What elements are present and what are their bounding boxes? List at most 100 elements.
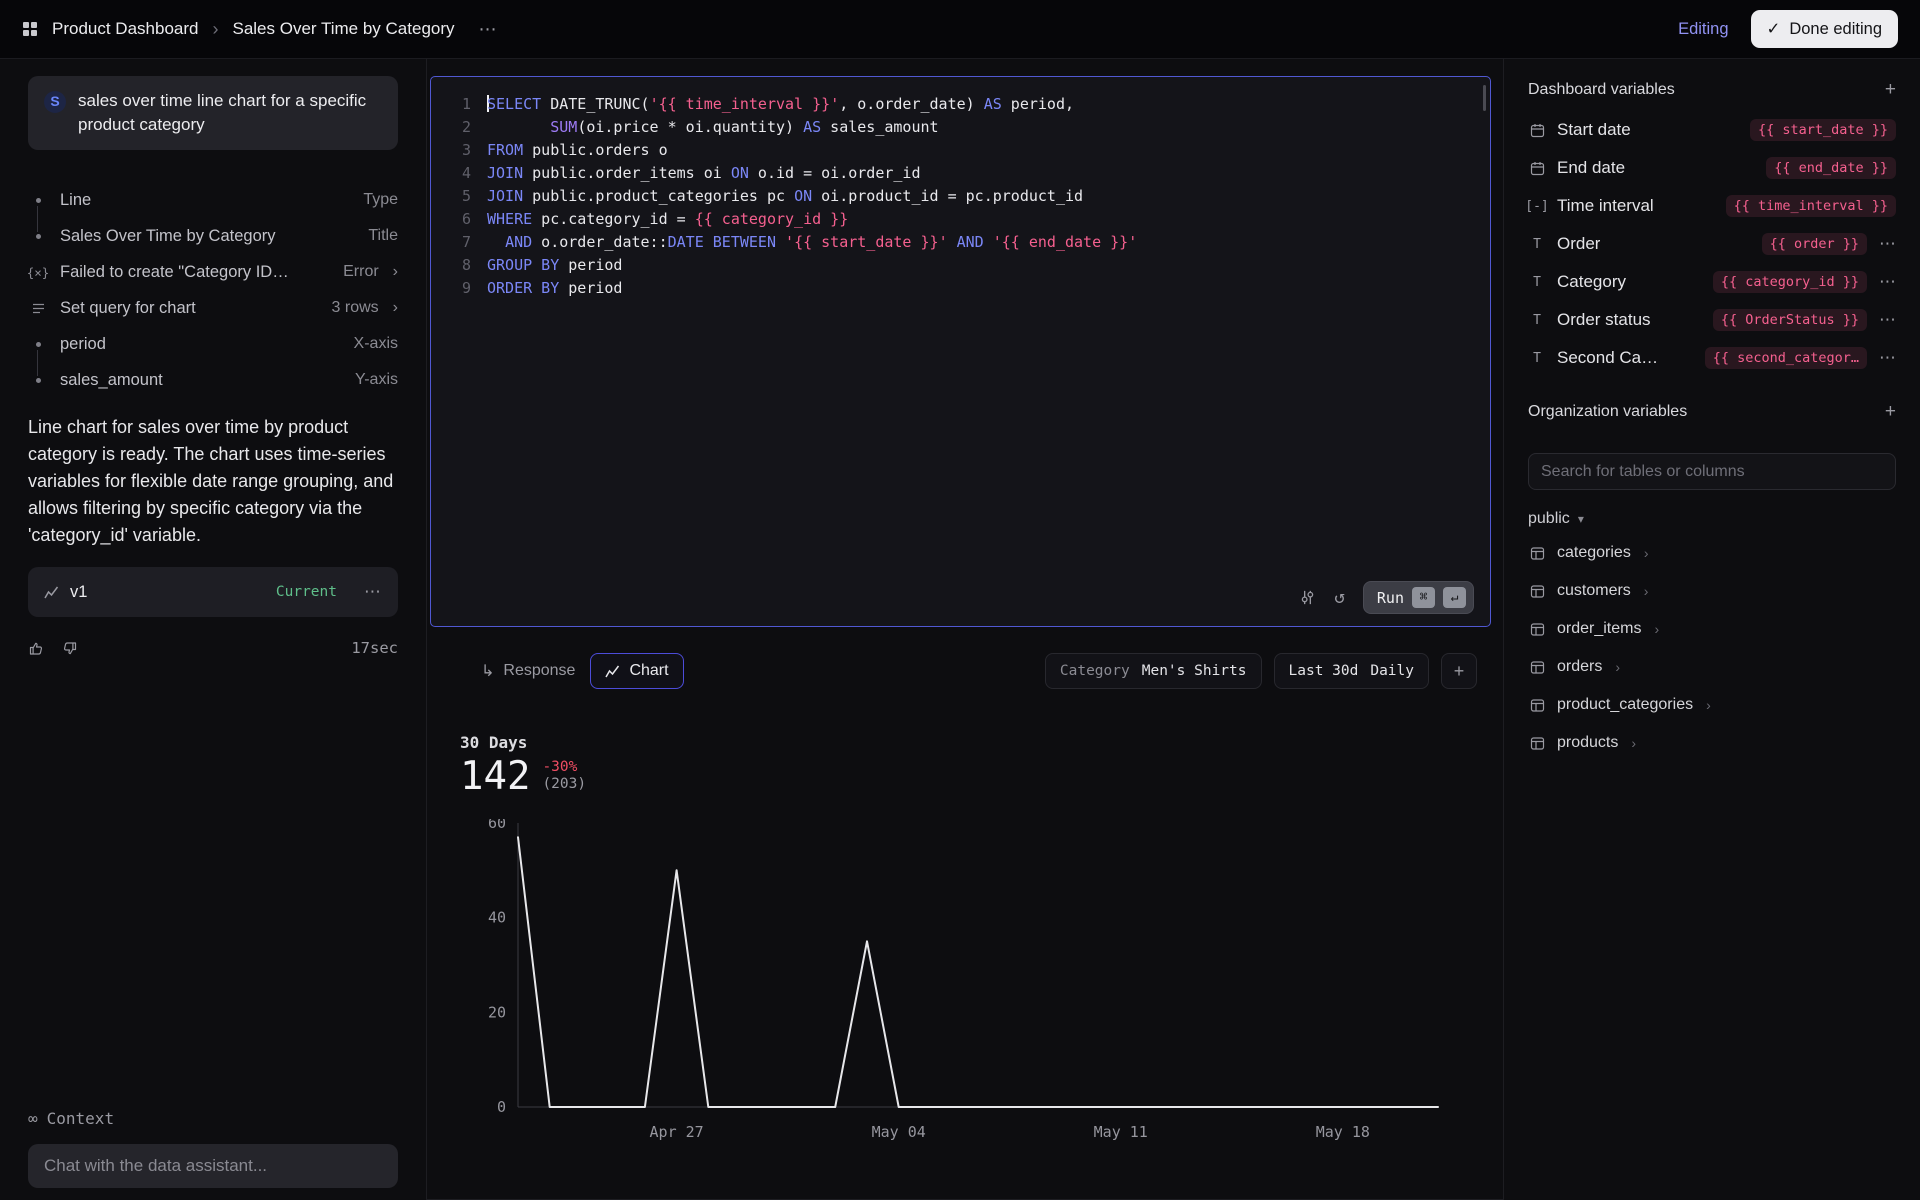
breadcrumb-current[interactable]: Sales Over Time by Category (232, 19, 454, 39)
code-line: 8GROUP BY period (439, 254, 1480, 277)
variable-more-button[interactable]: ⋯ (1878, 272, 1896, 292)
cmd-key-icon: ⌘ (1412, 587, 1435, 608)
table-name: orders (1557, 658, 1602, 676)
variable-label: Second Ca… (1557, 348, 1658, 368)
table-name: customers (1557, 582, 1631, 600)
history-icon[interactable]: ↺ (1334, 589, 1345, 607)
chevron-right-icon: › (393, 299, 398, 317)
variable-pill[interactable]: {{ time_interval }} (1726, 195, 1896, 217)
table-list: categories › customers › order_items › o… (1528, 534, 1896, 762)
table-row-customers[interactable]: customers › (1528, 572, 1896, 610)
thumbs-down-button[interactable] (61, 640, 78, 657)
page-more-button[interactable]: ⋯ (479, 19, 499, 40)
done-editing-label: Done editing (1789, 20, 1882, 39)
svg-text:0: 0 (497, 1098, 506, 1116)
svg-text:May 11: May 11 (1094, 1123, 1148, 1141)
date-range-filter-pill[interactable]: Last 30d Daily (1274, 653, 1430, 689)
interval-icon: [-] (1528, 199, 1546, 214)
chart-section: 30 Days 142 -30% (203) 0204060Apr 27May … (430, 733, 1491, 1144)
add-organization-variable-button[interactable]: + (1885, 401, 1896, 423)
variable-label: Start date (1557, 120, 1631, 140)
variable-pill[interactable]: {{ start_date }} (1750, 119, 1896, 141)
step-meta: Error (343, 263, 379, 281)
done-editing-button[interactable]: ✓ Done editing (1751, 10, 1898, 48)
table-icon (1528, 660, 1546, 675)
variable-order[interactable]: T Order {{ order }} ⋯ (1528, 225, 1896, 263)
variable-order-status[interactable]: T Order status {{ OrderStatus }} ⋯ (1528, 301, 1896, 339)
app-grid-icon[interactable] (22, 21, 38, 37)
run-button[interactable]: Run ⌘ ↵ (1363, 581, 1474, 614)
variable-time-interval[interactable]: [-] Time interval {{ time_interval }} (1528, 187, 1896, 225)
dot-icon (28, 198, 48, 203)
sliders-icon[interactable] (1299, 589, 1316, 606)
context-button[interactable]: ∞ Context (28, 1109, 398, 1128)
table-search-input[interactable] (1528, 453, 1896, 490)
assistant-summary: Line chart for sales over time by produc… (28, 414, 398, 549)
table-name: product_categories (1557, 696, 1693, 714)
variable-second-category[interactable]: T Second Ca… {{ second_categor… ⋯ (1528, 339, 1896, 377)
results-toolbar: ↳ Response Chart Category Men's Shirts L… (430, 653, 1491, 689)
table-row-product-categories[interactable]: product_categories › (1528, 686, 1896, 724)
version-card[interactable]: v1 Current ⋯ (28, 567, 398, 617)
step-row-query[interactable]: Set query for chart 3 rows › (28, 290, 398, 326)
dot-icon (28, 234, 48, 239)
variable-more-button[interactable]: ⋯ (1878, 234, 1896, 254)
add-dashboard-variable-button[interactable]: + (1885, 79, 1896, 101)
sql-editor[interactable]: 1SELECT DATE_TRUNC('{{ time_interval }}'… (430, 76, 1491, 627)
category-filter-pill[interactable]: Category Men's Shirts (1045, 653, 1262, 689)
step-label: Sales Over Time by Category (60, 227, 276, 246)
editor-scrollbar[interactable] (1483, 85, 1486, 111)
variable-pill[interactable]: {{ order }} (1762, 233, 1867, 255)
breadcrumb-chevron-icon: › (212, 19, 218, 40)
schema-public-row[interactable]: public ▾ (1528, 510, 1896, 528)
chart-change-percent: -30% (542, 759, 586, 775)
step-row-title: Sales Over Time by Category Title (28, 218, 398, 254)
feedback-row: 17sec (28, 639, 398, 657)
variable-category[interactable]: T Category {{ category_id }} ⋯ (1528, 263, 1896, 301)
table-name: categories (1557, 544, 1631, 562)
variable-pill[interactable]: {{ OrderStatus }} (1713, 309, 1867, 331)
variable-end-date[interactable]: End date {{ end_date }} (1528, 149, 1896, 187)
table-row-orders[interactable]: orders › (1528, 648, 1896, 686)
infinity-icon: ∞ (28, 1109, 38, 1128)
variable-more-button[interactable]: ⋯ (1878, 310, 1896, 330)
chart-range-label: 30 Days (460, 733, 1491, 752)
chevron-right-icon: › (1654, 621, 1659, 637)
variable-more-button[interactable]: ⋯ (1878, 348, 1896, 368)
tab-response[interactable]: ↳ Response (466, 653, 590, 689)
chevron-right-icon: › (1644, 583, 1649, 599)
table-icon (1528, 622, 1546, 637)
variable-start-date[interactable]: Start date {{ start_date }} (1528, 111, 1896, 149)
variable-pill[interactable]: {{ second_categor… (1705, 347, 1867, 369)
chevron-down-icon: ▾ (1578, 512, 1584, 526)
table-icon (1528, 736, 1546, 751)
table-row-products[interactable]: products › (1528, 724, 1896, 762)
step-meta: Title (368, 227, 398, 245)
table-row-order-items[interactable]: order_items › (1528, 610, 1896, 648)
code-line: 9ORDER BY period (439, 277, 1480, 300)
thumbs-up-button[interactable] (28, 640, 45, 657)
calendar-icon (1528, 161, 1546, 176)
variable-pill[interactable]: {{ category_id }} (1713, 271, 1867, 293)
code-line: 3FROM public.orders o (439, 139, 1480, 162)
table-row-categories[interactable]: categories › (1528, 534, 1896, 572)
step-label: sales_amount (60, 371, 163, 390)
response-arrow-icon: ↳ (481, 661, 494, 681)
step-label: period (60, 335, 106, 354)
variable-pill[interactable]: {{ end_date }} (1766, 157, 1896, 179)
step-row-error[interactable]: {×} Failed to create "Category ID… Error… (28, 254, 398, 290)
svg-text:May 18: May 18 (1316, 1123, 1370, 1141)
chevron-right-icon: › (393, 263, 398, 281)
tab-chart[interactable]: Chart (590, 653, 683, 689)
dot-icon (28, 378, 48, 383)
dashboard-variables-header: Dashboard variables + (1528, 79, 1896, 101)
variable-label: End date (1557, 158, 1625, 178)
breadcrumb-root[interactable]: Product Dashboard (52, 19, 198, 39)
run-label: Run (1377, 589, 1404, 607)
step-row-yaxis: sales_amount Y-axis (28, 362, 398, 398)
chat-input[interactable] (28, 1144, 398, 1188)
add-filter-button[interactable]: + (1441, 653, 1477, 689)
calendar-icon (1528, 123, 1546, 138)
code-line: 6WHERE pc.category_id = {{ category_id }… (439, 208, 1480, 231)
version-more-button[interactable]: ⋯ (364, 582, 382, 602)
